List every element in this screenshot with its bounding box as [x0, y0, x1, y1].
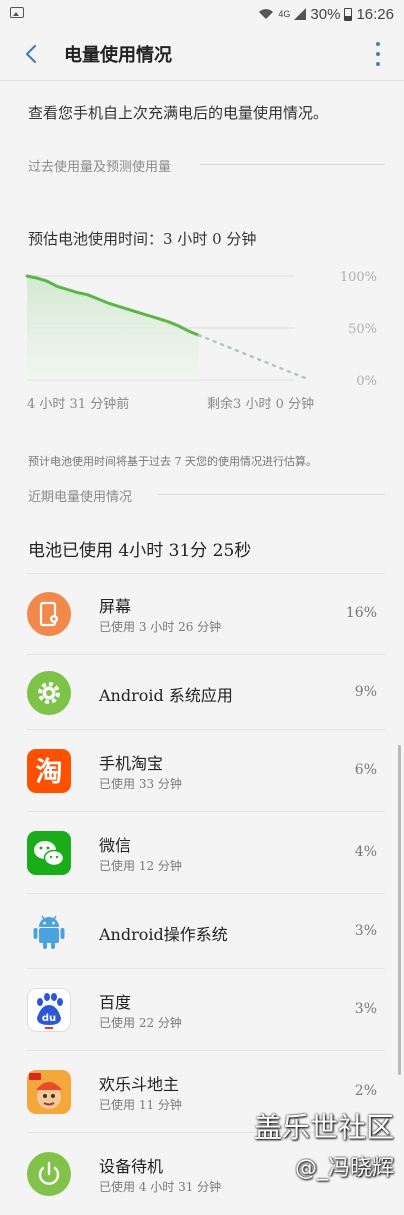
intro-text: 查看您手机自上次充满电后的电量使用情况。	[28, 104, 329, 122]
section-header-recent: 近期电量使用情况	[28, 486, 132, 505]
app-name: Android 系统应用	[99, 685, 233, 705]
app-usage-time: 已使用 3 小时 26 分钟	[99, 620, 222, 634]
app-usage-time: 已使用 12 分钟	[99, 859, 182, 873]
app-usage-time: 已使用 22 分钟	[99, 1016, 182, 1030]
more-options-icon[interactable]	[374, 42, 382, 66]
svg-text:du: du	[42, 1013, 56, 1024]
wifi-icon	[259, 9, 274, 19]
battery-used-total: 电池已使用 4小时 31分 25秒	[28, 541, 252, 561]
chart-y-tick-label: 100%	[340, 270, 377, 285]
signal-icon	[294, 8, 307, 20]
status-indicators: 4G 30% 16:26	[258, 4, 394, 24]
section-divider	[158, 494, 385, 495]
app-usage-row[interactable]: Android 系统应用 9%	[0, 655, 404, 730]
section-header-recent-label: 近期电量使用情况	[28, 490, 133, 505]
app-name: Android操作系统	[99, 924, 228, 944]
gear-icon	[27, 671, 71, 715]
svg-text:淘: 淘	[36, 757, 63, 788]
app-usage-row[interactable]: 淘已使用 33 分钟 手机淘宝 6%	[0, 730, 404, 812]
chart-x-label-start: 4 小时 31 分钟前	[27, 396, 129, 412]
clock: 16:26	[356, 5, 394, 23]
app-usage-percent: 16%	[345, 605, 377, 621]
back-arrow-icon[interactable]	[18, 40, 46, 68]
battery-usage-chart: 100% 50% 0% 4 小时 31 分钟前 剩余3 小时 0 分钟	[25, 270, 377, 412]
doudizhu-icon	[27, 1070, 71, 1114]
screen-icon	[27, 592, 71, 636]
watermark-author: @_冯晓辉	[294, 1156, 394, 1181]
app-usage-percent: 2%	[354, 1083, 377, 1099]
android-icon	[27, 910, 71, 954]
battery-estimate: 预估电池使用时间：3 小时 0 分钟	[28, 230, 257, 248]
chart-projection-line	[197, 334, 312, 382]
app-usage-row[interactable]: 已使用 3 小时 26 分钟 屏幕 16%	[0, 573, 404, 655]
baidu-icon: du	[27, 988, 71, 1032]
app-usage-time: 已使用 4 小时 31 分钟	[99, 1180, 222, 1194]
section-divider	[200, 164, 385, 165]
app-bar: 电量使用情况	[0, 28, 404, 81]
app-name: 屏幕	[99, 597, 132, 616]
signal-label: 4G	[278, 9, 291, 19]
chart-x-label-end: 剩余3 小时 0 分钟	[207, 396, 314, 412]
page-title: 电量使用情况	[64, 45, 172, 66]
app-usage-row[interactable]: 已使用 12 分钟 微信 4%	[0, 812, 404, 894]
app-usage-percent: 9%	[354, 683, 377, 700]
section-header-past: 过去使用量及预测使用量	[28, 156, 171, 175]
app-usage-time: 已使用 33 分钟	[99, 777, 182, 791]
app-name: 设备待机	[99, 1157, 164, 1176]
app-usage-percent: 3%	[354, 1001, 377, 1017]
app-name: 欢乐斗地主	[99, 1075, 180, 1094]
section-header-past-label: 过去使用量及预测使用量	[28, 160, 172, 175]
battery-icon	[344, 7, 353, 21]
footnote: 预计电池使用时间将基于过去 7 天您的使用情况进行估算。	[28, 455, 317, 468]
app-usage-percent: 3%	[354, 922, 377, 939]
chart-area-fill	[27, 276, 199, 380]
app-usage-row[interactable]: du 已使用 22 分钟 百度 3%	[0, 969, 404, 1051]
app-name: 百度	[99, 993, 132, 1012]
battery-percent: 30%	[310, 5, 341, 23]
taobao-icon: 淘	[27, 749, 71, 793]
status-bar: 4G 30% 16:26	[0, 0, 404, 28]
gallery-notification-icon	[10, 7, 24, 18]
app-name: 微信	[99, 836, 132, 855]
watermark-community: 盖乐世社区	[253, 1111, 394, 1144]
scrollbar[interactable]	[398, 745, 401, 1075]
wechat-icon	[27, 831, 71, 875]
power-icon	[27, 1152, 71, 1196]
app-usage-percent: 6%	[354, 762, 377, 778]
app-usage-percent: 4%	[354, 844, 377, 860]
app-name: 手机淘宝	[99, 754, 164, 773]
app-usage-time: 已使用 11 分钟	[99, 1098, 182, 1112]
app-usage-row[interactable]: Android操作系统 3%	[0, 894, 404, 969]
chart-y-tick-label: 50%	[348, 322, 377, 337]
chart-y-tick-label: 0%	[356, 374, 377, 389]
